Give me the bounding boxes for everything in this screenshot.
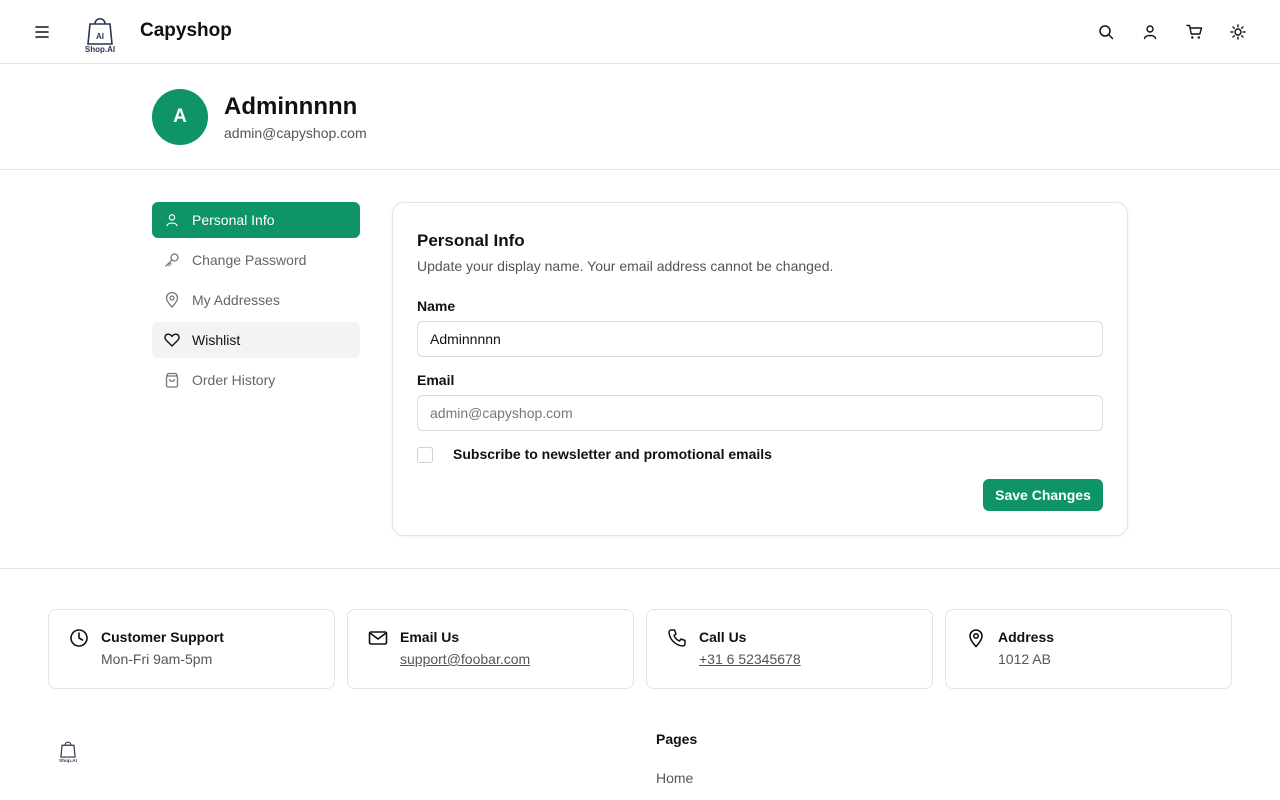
mail-icon (368, 628, 388, 648)
user-icon (164, 212, 180, 228)
svg-text:Shop.AI: Shop.AI (59, 758, 77, 763)
cart-icon[interactable] (1182, 20, 1206, 44)
map-pin-icon (966, 628, 986, 648)
avatar: A (152, 89, 208, 145)
call-us-card: Call Us +31 6 52345678 (646, 609, 933, 689)
card-title: Email Us (400, 629, 460, 645)
sidebar-item-label: My Addresses (192, 292, 280, 308)
footer-logo[interactable]: Shop.AI (56, 737, 80, 764)
brand-name[interactable]: Capyshop (140, 20, 232, 42)
newsletter-label[interactable]: Subscribe to newsletter and promotional … (453, 446, 772, 462)
key-icon (164, 252, 180, 268)
shop-logo[interactable]: AI Shop.AI (80, 10, 120, 54)
sidebar-item-order-history[interactable]: Order History (152, 362, 360, 398)
email-us-card: Email Us support@foobar.com (347, 609, 634, 689)
sidebar-item-label: Personal Info (192, 212, 275, 228)
menu-icon[interactable] (30, 20, 54, 44)
newsletter-checkbox[interactable] (417, 447, 433, 463)
card-subtitle: Update your display name. Your email add… (417, 258, 834, 274)
customer-support-card: Customer Support Mon-Fri 9am-5pm (48, 609, 335, 689)
clock-icon (69, 628, 89, 648)
card-title: Customer Support (101, 629, 224, 645)
sidebar-item-wishlist[interactable]: Wishlist (152, 322, 360, 358)
email-input[interactable] (417, 395, 1103, 431)
svg-text:AI: AI (96, 32, 104, 41)
email-label: Email (417, 372, 455, 388)
profile-name: Adminnnnn (224, 93, 358, 120)
user-icon[interactable] (1138, 20, 1162, 44)
footer-pages-heading: Pages (656, 731, 698, 747)
support-email-link[interactable]: support@foobar.com (400, 651, 530, 667)
sidebar-item-personal-info[interactable]: Personal Info (152, 202, 360, 238)
map-pin-icon (164, 292, 180, 308)
sidebar-item-my-addresses[interactable]: My Addresses (152, 282, 360, 318)
account-sidebar: Personal Info Change Password My Address… (152, 202, 360, 402)
profile-email: admin@capyshop.com (224, 125, 367, 141)
sidebar-item-label: Wishlist (192, 332, 241, 348)
shopping-bag-icon (164, 372, 180, 388)
personal-info-card: Personal Info Update your display name. … (392, 202, 1128, 536)
footer-link-home[interactable]: Home (656, 770, 693, 786)
name-label: Name (417, 298, 456, 314)
sun-icon[interactable] (1226, 20, 1250, 44)
sidebar-item-change-password[interactable]: Change Password (152, 242, 360, 278)
svg-text:Shop.AI: Shop.AI (85, 45, 115, 54)
phone-icon (667, 628, 687, 648)
phone-link[interactable]: +31 6 52345678 (699, 651, 801, 667)
sidebar-item-label: Order History (192, 372, 276, 388)
card-title: Address (998, 629, 1055, 645)
top-header: AI Shop.AI Capyshop (0, 0, 1280, 64)
name-input[interactable] (417, 321, 1103, 357)
save-changes-button[interactable]: Save Changes (983, 479, 1103, 511)
sidebar-item-label: Change Password (192, 252, 307, 268)
address-card: Address 1012 AB (945, 609, 1232, 689)
footer-divider (0, 568, 1280, 569)
profile-header: A Adminnnnn admin@capyshop.com (0, 65, 1280, 170)
search-icon[interactable] (1094, 20, 1118, 44)
card-value: Mon-Fri 9am-5pm (101, 651, 213, 667)
card-title: Personal Info (417, 231, 525, 250)
card-value: 1012 AB (998, 651, 1051, 667)
card-title: Call Us (699, 629, 747, 645)
heart-icon (164, 332, 180, 348)
